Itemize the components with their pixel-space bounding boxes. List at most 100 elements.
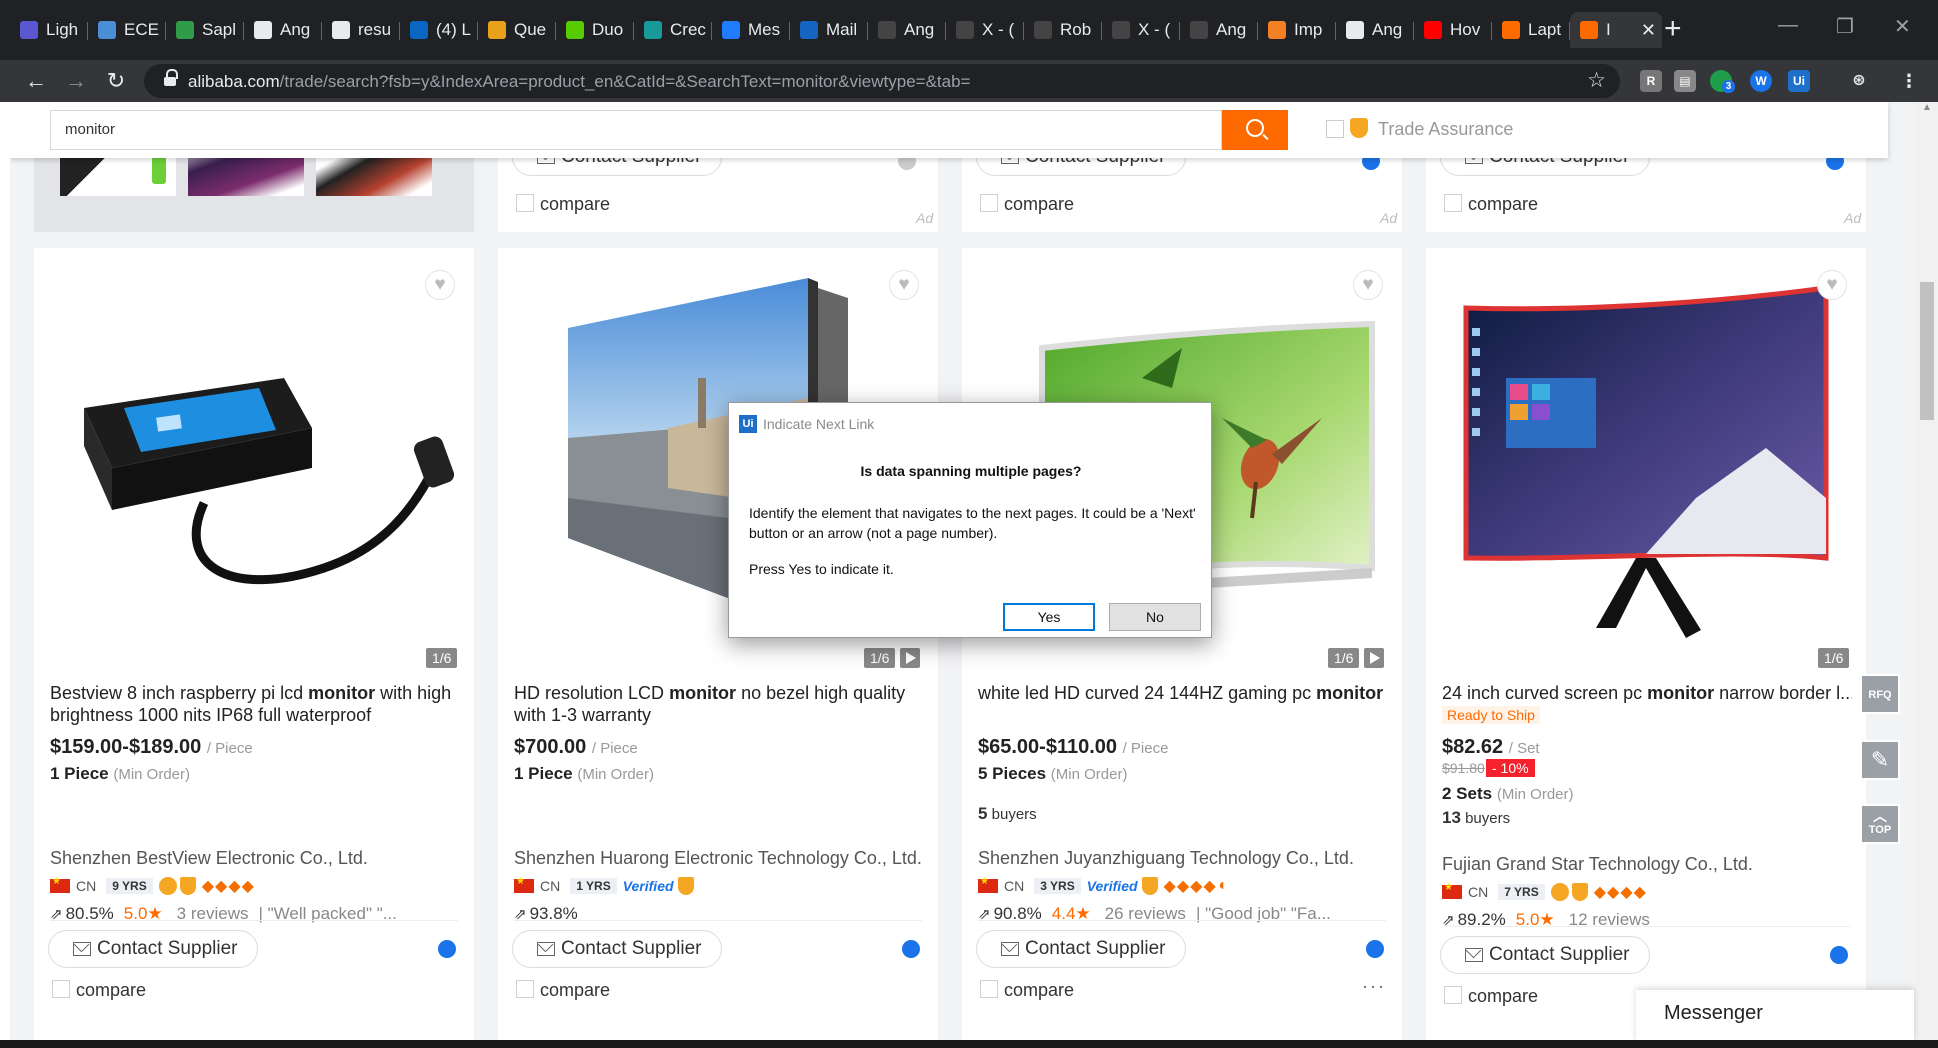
min-order: 2 Sets (Min Order) <box>1442 784 1574 803</box>
scrollbar-thumb[interactable] <box>1920 282 1934 420</box>
browser-tab[interactable]: Ang <box>244 12 322 48</box>
extension-b-icon[interactable]: ▤ <box>1674 70 1696 92</box>
search-button[interactable] <box>1222 110 1288 150</box>
restore-icon[interactable]: ❐ <box>1836 14 1854 39</box>
compare-checkbox[interactable] <box>980 194 998 212</box>
product-title[interactable]: HD resolution LCD monitor no bezel high … <box>514 682 924 726</box>
browser-tab[interactable]: Ang <box>1180 12 1258 48</box>
favorite-heart-icon[interactable]: ♥ <box>889 270 919 300</box>
menu-icon[interactable]: ⋮ <box>1898 70 1920 92</box>
supplier-name[interactable]: Shenzhen Juyanzhiguang Technology Co., L… <box>978 848 1354 869</box>
compare-checkbox[interactable] <box>1444 194 1462 212</box>
messenger-panel[interactable]: Messenger <box>1636 990 1914 1042</box>
supplier-name[interactable]: Shenzhen Huarong Electronic Technology C… <box>514 848 922 869</box>
back-to-top-button[interactable]: ︿ TOP <box>1860 804 1900 844</box>
compare-label: compare <box>1004 980 1075 1000</box>
search-input[interactable]: monitor <box>50 110 1222 150</box>
product-card[interactable]: ♥ 1/6 24 inch curved screen pc monitor n… <box>1426 248 1866 1040</box>
supplier-name[interactable]: Fujian Grand Star Technology Co., Ltd. <box>1442 854 1753 875</box>
browser-tab[interactable]: Hov <box>1414 12 1492 48</box>
favorite-heart-icon[interactable]: ♥ <box>425 270 455 300</box>
video-play-icon[interactable] <box>900 648 920 668</box>
compare-checkbox[interactable] <box>1444 986 1462 1004</box>
bookmark-star-icon[interactable]: ☆ <box>1587 68 1606 93</box>
reload-icon[interactable]: ↻ <box>100 65 132 97</box>
browser-tab[interactable]: Mail <box>790 12 868 48</box>
chat-icon[interactable] <box>902 940 920 958</box>
forward-icon[interactable]: → <box>60 65 92 97</box>
url-text[interactable]: alibaba.com/trade/search?fsb=y&IndexArea… <box>188 72 970 92</box>
product-card[interactable]: ♥ 1/6 HD resolution LCD monitor no bezel… <box>498 248 938 1040</box>
tab-label: Mes <box>748 20 781 39</box>
chat-icon[interactable] <box>1366 940 1384 958</box>
product-image[interactable] <box>54 268 454 668</box>
browser-tab[interactable]: ECE <box>88 12 166 48</box>
min-order: 1 Piece (Min Order) <box>50 764 191 783</box>
browser-tab[interactable]: (4) L <box>400 12 478 48</box>
browser-tab[interactable]: X - ( <box>1102 12 1180 48</box>
close-tab-icon[interactable]: ✕ <box>1641 20 1656 41</box>
favorite-heart-icon[interactable]: ♥ <box>1817 270 1847 300</box>
supplier-stats: ⇗ 90.8% 4.4★ 26 reviews | "Good job" "Fa.… <box>978 904 1331 923</box>
extension-a-icon[interactable]: R <box>1640 70 1662 92</box>
product-title[interactable]: 24 inch curved screen pc monitor narrow … <box>1442 682 1852 704</box>
compare-checkbox[interactable] <box>980 980 998 998</box>
browser-tab[interactable]: Rob <box>1024 12 1102 48</box>
tab-label: Ang <box>1216 20 1247 39</box>
contact-supplier-button[interactable]: Contact Supplier <box>1440 936 1651 974</box>
video-play-icon[interactable] <box>1364 648 1384 668</box>
close-window-icon[interactable]: ✕ <box>1894 14 1911 39</box>
profile-icon[interactable]: ⊛ <box>1848 70 1870 92</box>
no-button[interactable]: No <box>1109 603 1201 631</box>
more-options-icon[interactable]: ··· <box>1362 976 1386 997</box>
extension-c-icon[interactable]: 3 <box>1710 70 1735 93</box>
back-icon[interactable]: ← <box>20 65 52 97</box>
supplier-name[interactable]: Shenzhen BestView Electronic Co., Ltd. <box>50 848 368 869</box>
address-bar[interactable]: alibaba.com/trade/search?fsb=y&IndexArea… <box>144 64 1620 98</box>
diamond-icon: ◆ <box>201 878 215 895</box>
new-tab-button[interactable]: + <box>1664 14 1682 44</box>
browser-tab[interactable]: Mes <box>712 12 790 48</box>
minimize-icon[interactable]: — <box>1778 14 1798 37</box>
stack-icon <box>1268 21 1286 39</box>
browser-tab[interactable]: resu <box>322 12 400 48</box>
browser-tab[interactable]: Sapl <box>166 12 244 48</box>
browser-tab[interactable]: Lapt <box>1492 12 1570 48</box>
browser-tab[interactable]: Crec <box>634 12 712 48</box>
tab-label: Ang <box>280 20 311 39</box>
browser-tab[interactable]: Ligh <box>10 12 88 48</box>
uipath-extension-icon[interactable]: Ui <box>1788 70 1810 92</box>
contact-supplier-button[interactable]: Contact Supplier <box>976 930 1187 968</box>
contact-supplier-button[interactable]: Contact Supplier <box>48 930 259 968</box>
compare-checkbox[interactable] <box>52 980 70 998</box>
trade-assurance-checkbox[interactable] <box>1326 120 1344 138</box>
product-title[interactable]: Bestview 8 inch raspberry pi lcd monitor… <box>50 682 460 726</box>
browser-tab[interactable]: Duo <box>556 12 634 48</box>
contact-supplier-button[interactable]: Contact Supplier <box>512 930 723 968</box>
browser-tab[interactable]: Que <box>478 12 556 48</box>
favorite-heart-icon[interactable]: ♥ <box>1353 270 1383 300</box>
compare-checkbox[interactable] <box>516 980 534 998</box>
rfq-button[interactable]: RFQ <box>1860 674 1900 714</box>
yes-button[interactable]: Yes <box>1003 603 1095 631</box>
product-card[interactable]: ♥ 1/6 Bestview 8 inch raspberry pi lcd m… <box>34 248 474 1040</box>
browser-tab[interactable]: Ang <box>1336 12 1414 48</box>
compare-checkbox[interactable] <box>516 194 534 212</box>
dialog-instruction: Press Yes to indicate it. <box>749 561 894 577</box>
extension-w-icon[interactable]: W <box>1750 70 1772 92</box>
browser-tab[interactable]: Imp <box>1258 12 1336 48</box>
product-card[interactable]: ♥ 1/6 white led HD curved 24 144HZ gamin… <box>962 248 1402 1040</box>
product-image[interactable] <box>1446 268 1846 668</box>
scrollbar-track[interactable]: ▲ <box>1914 102 1938 1040</box>
diamond-icon: ◆ <box>1593 884 1607 901</box>
browser-tab[interactable]: I ✕ <box>1570 12 1662 48</box>
scroll-up-icon[interactable]: ▲ <box>1922 102 1932 113</box>
supplier-stats: ⇗ 89.2% 5.0★ 12 reviews <box>1442 910 1650 929</box>
browser-tab[interactable]: X - ( <box>946 12 1024 48</box>
product-title[interactable]: white led HD curved 24 144HZ gaming pc m… <box>978 682 1388 704</box>
feedback-icon[interactable]: ✎ <box>1860 740 1900 780</box>
browser-tab[interactable]: Ang <box>868 12 946 48</box>
chat-icon[interactable] <box>438 940 456 958</box>
chat-icon[interactable] <box>1830 946 1848 964</box>
supplier-badges: CN 7 YRS ◆◆◆◆ <box>1442 882 1647 902</box>
